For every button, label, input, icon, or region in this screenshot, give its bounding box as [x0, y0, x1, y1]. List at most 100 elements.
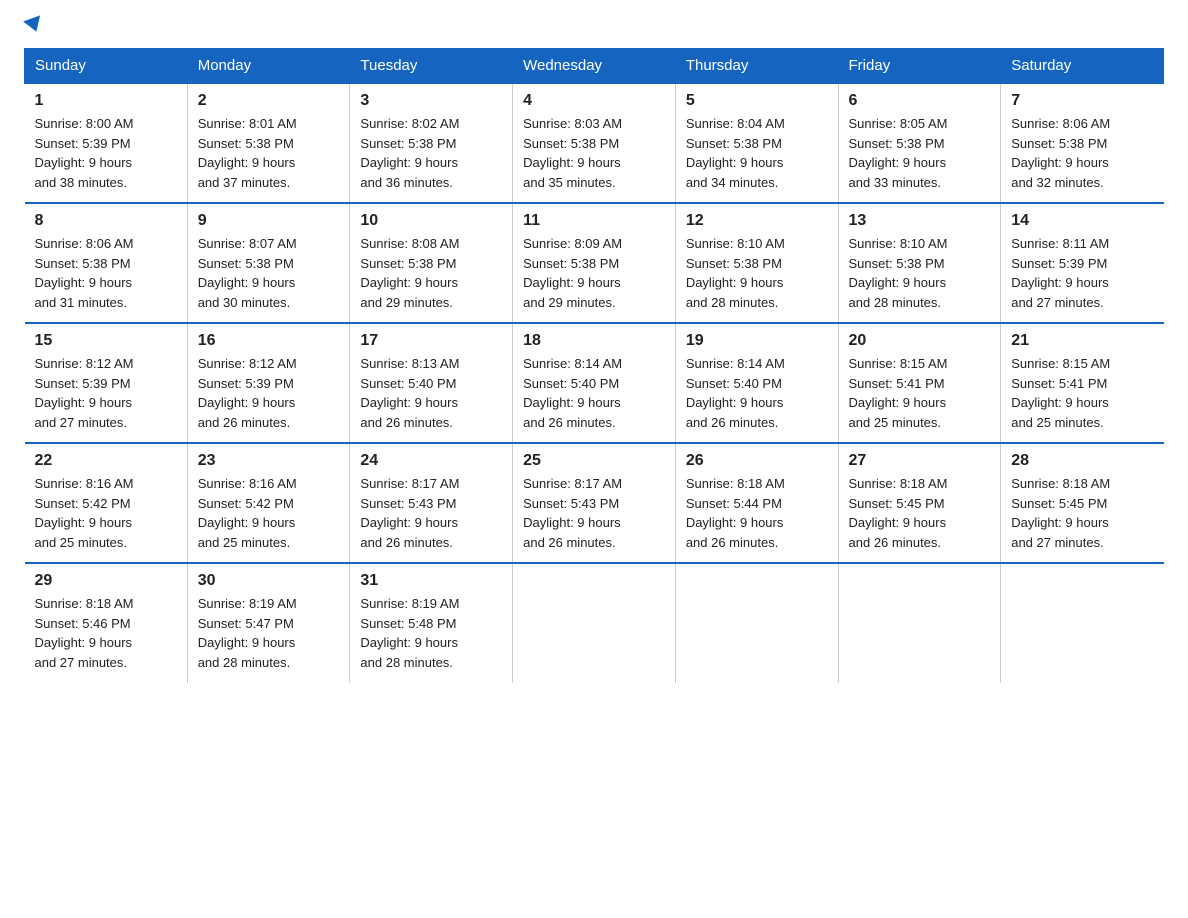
day-number: 31 — [360, 572, 502, 590]
day-number: 11 — [523, 212, 665, 230]
day-number: 7 — [1011, 92, 1153, 110]
day-number: 8 — [35, 212, 177, 230]
day-cell: 31 Sunrise: 8:19 AMSunset: 5:48 PMDayligh… — [350, 563, 513, 683]
day-number: 17 — [360, 332, 502, 350]
header-cell-friday: Friday — [838, 49, 1001, 84]
day-cell: 12 Sunrise: 8:10 AMSunset: 5:38 PMDayligh… — [675, 203, 838, 323]
day-info: Sunrise: 8:17 AMSunset: 5:43 PMDaylight:… — [523, 474, 665, 552]
day-number: 21 — [1011, 332, 1153, 350]
header-cell-monday: Monday — [187, 49, 350, 84]
day-info: Sunrise: 8:02 AMSunset: 5:38 PMDaylight:… — [360, 114, 502, 192]
day-cell: 15 Sunrise: 8:12 AMSunset: 5:39 PMDayligh… — [25, 323, 188, 443]
day-cell: 21 Sunrise: 8:15 AMSunset: 5:41 PMDayligh… — [1001, 323, 1164, 443]
day-cell — [675, 563, 838, 683]
day-cell: 13 Sunrise: 8:10 AMSunset: 5:38 PMDayligh… — [838, 203, 1001, 323]
day-cell: 5 Sunrise: 8:04 AMSunset: 5:38 PMDaylight… — [675, 83, 838, 203]
day-number: 2 — [198, 92, 340, 110]
day-cell — [1001, 563, 1164, 683]
day-number: 6 — [849, 92, 991, 110]
header-cell-tuesday: Tuesday — [350, 49, 513, 84]
day-info: Sunrise: 8:03 AMSunset: 5:38 PMDaylight:… — [523, 114, 665, 192]
day-cell — [838, 563, 1001, 683]
day-number: 3 — [360, 92, 502, 110]
day-cell: 16Sunrise: 8:12 AMSunset: 5:39 PMDayligh… — [187, 323, 350, 443]
day-cell: 27Sunrise: 8:18 AMSunset: 5:45 PMDayligh… — [838, 443, 1001, 563]
day-cell: 24 Sunrise: 8:17 AMSunset: 5:43 PMDayligh… — [350, 443, 513, 563]
week-row-2: 8 Sunrise: 8:06 AMSunset: 5:38 PMDaylight… — [25, 203, 1164, 323]
day-info: Sunrise: 8:07 AMSunset: 5:38 PMDaylight:… — [198, 234, 340, 312]
day-info: Sunrise: 8:19 AMSunset: 5:48 PMDaylight:… — [360, 594, 502, 672]
day-info: Sunrise: 8:10 AMSunset: 5:38 PMDaylight:… — [849, 234, 991, 312]
week-row-5: 29 Sunrise: 8:18 AMSunset: 5:46 PMDayligh… — [25, 563, 1164, 683]
day-info: Sunrise: 8:09 AMSunset: 5:38 PMDaylight:… — [523, 234, 665, 312]
day-cell: 6 Sunrise: 8:05 AMSunset: 5:38 PMDaylight… — [838, 83, 1001, 203]
day-info: Sunrise: 8:05 AMSunset: 5:38 PMDaylight:… — [849, 114, 991, 192]
day-info: Sunrise: 8:06 AMSunset: 5:38 PMDaylight:… — [35, 234, 177, 312]
day-info: Sunrise: 8:16 AMSunset: 5:42 PMDaylight:… — [35, 474, 177, 552]
day-info: Sunrise: 8:14 AMSunset: 5:40 PMDaylight:… — [523, 354, 665, 432]
day-info: Sunrise: 8:14 AMSunset: 5:40 PMDaylight:… — [686, 354, 828, 432]
day-cell: 29 Sunrise: 8:18 AMSunset: 5:46 PMDayligh… — [25, 563, 188, 683]
week-row-1: 1 Sunrise: 8:00 AMSunset: 5:39 PMDaylight… — [25, 83, 1164, 203]
day-info: Sunrise: 8:08 AMSunset: 5:38 PMDaylight:… — [360, 234, 502, 312]
day-number: 15 — [35, 332, 177, 350]
day-cell: 26Sunrise: 8:18 AMSunset: 5:44 PMDayligh… — [675, 443, 838, 563]
calendar-table: SundayMondayTuesdayWednesdayThursdayFrid… — [24, 48, 1164, 683]
day-cell: 19 Sunrise: 8:14 AMSunset: 5:40 PMDayligh… — [675, 323, 838, 443]
day-number: 9 — [198, 212, 340, 230]
day-number: 27 — [849, 452, 991, 470]
header-cell-saturday: Saturday — [1001, 49, 1164, 84]
week-row-4: 22 Sunrise: 8:16 AMSunset: 5:42 PMDayligh… — [25, 443, 1164, 563]
header-cell-thursday: Thursday — [675, 49, 838, 84]
day-number: 14 — [1011, 212, 1153, 230]
day-cell: 30 Sunrise: 8:19 AMSunset: 5:47 PMDayligh… — [187, 563, 350, 683]
day-info: Sunrise: 8:16 AMSunset: 5:42 PMDaylight:… — [198, 474, 340, 552]
day-number: 20 — [849, 332, 991, 350]
day-number: 13 — [849, 212, 991, 230]
day-info: Sunrise: 8:15 AMSunset: 5:41 PMDaylight:… — [1011, 354, 1153, 432]
logo-triangle-icon — [23, 15, 45, 34]
day-number: 4 — [523, 92, 665, 110]
logo — [24, 24, 43, 30]
day-number: 26 — [686, 452, 828, 470]
day-number: 22 — [35, 452, 177, 470]
day-info: Sunrise: 8:19 AMSunset: 5:47 PMDaylight:… — [198, 594, 340, 672]
day-cell: 17 Sunrise: 8:13 AMSunset: 5:40 PMDayligh… — [350, 323, 513, 443]
day-number: 12 — [686, 212, 828, 230]
day-cell: 4 Sunrise: 8:03 AMSunset: 5:38 PMDaylight… — [513, 83, 676, 203]
day-cell: 28Sunrise: 8:18 AMSunset: 5:45 PMDayligh… — [1001, 443, 1164, 563]
day-cell: 22 Sunrise: 8:16 AMSunset: 5:42 PMDayligh… — [25, 443, 188, 563]
day-info: Sunrise: 8:04 AMSunset: 5:38 PMDaylight:… — [686, 114, 828, 192]
day-info: Sunrise: 8:06 AMSunset: 5:38 PMDaylight:… — [1011, 114, 1153, 192]
day-info: Sunrise: 8:18 AMSunset: 5:46 PMDaylight:… — [35, 594, 177, 672]
day-number: 5 — [686, 92, 828, 110]
day-info: Sunrise: 8:13 AMSunset: 5:40 PMDaylight:… — [360, 354, 502, 432]
week-row-3: 15 Sunrise: 8:12 AMSunset: 5:39 PMDayligh… — [25, 323, 1164, 443]
day-cell: 10Sunrise: 8:08 AMSunset: 5:38 PMDayligh… — [350, 203, 513, 323]
day-cell: 11 Sunrise: 8:09 AMSunset: 5:38 PMDayligh… — [513, 203, 676, 323]
day-info: Sunrise: 8:15 AMSunset: 5:41 PMDaylight:… — [849, 354, 991, 432]
header-cell-wednesday: Wednesday — [513, 49, 676, 84]
day-info: Sunrise: 8:12 AMSunset: 5:39 PMDaylight:… — [35, 354, 177, 432]
day-number: 1 — [35, 92, 177, 110]
day-info: Sunrise: 8:18 AMSunset: 5:45 PMDaylight:… — [1011, 474, 1153, 552]
day-number: 29 — [35, 572, 177, 590]
day-info: Sunrise: 8:17 AMSunset: 5:43 PMDaylight:… — [360, 474, 502, 552]
calendar-header: SundayMondayTuesdayWednesdayThursdayFrid… — [25, 49, 1164, 84]
day-cell: 20 Sunrise: 8:15 AMSunset: 5:41 PMDayligh… — [838, 323, 1001, 443]
day-cell — [513, 563, 676, 683]
day-number: 30 — [198, 572, 340, 590]
day-info: Sunrise: 8:00 AMSunset: 5:39 PMDaylight:… — [35, 114, 177, 192]
day-cell: 23Sunrise: 8:16 AMSunset: 5:42 PMDayligh… — [187, 443, 350, 563]
day-cell: 2 Sunrise: 8:01 AMSunset: 5:38 PMDaylight… — [187, 83, 350, 203]
day-cell: 9 Sunrise: 8:07 AMSunset: 5:38 PMDaylight… — [187, 203, 350, 323]
day-info: Sunrise: 8:01 AMSunset: 5:38 PMDaylight:… — [198, 114, 340, 192]
page-header — [24, 24, 1164, 30]
day-number: 18 — [523, 332, 665, 350]
day-info: Sunrise: 8:10 AMSunset: 5:38 PMDaylight:… — [686, 234, 828, 312]
day-info: Sunrise: 8:11 AMSunset: 5:39 PMDaylight:… — [1011, 234, 1153, 312]
calendar-body: 1 Sunrise: 8:00 AMSunset: 5:39 PMDaylight… — [25, 83, 1164, 683]
day-number: 24 — [360, 452, 502, 470]
day-number: 19 — [686, 332, 828, 350]
day-number: 25 — [523, 452, 665, 470]
